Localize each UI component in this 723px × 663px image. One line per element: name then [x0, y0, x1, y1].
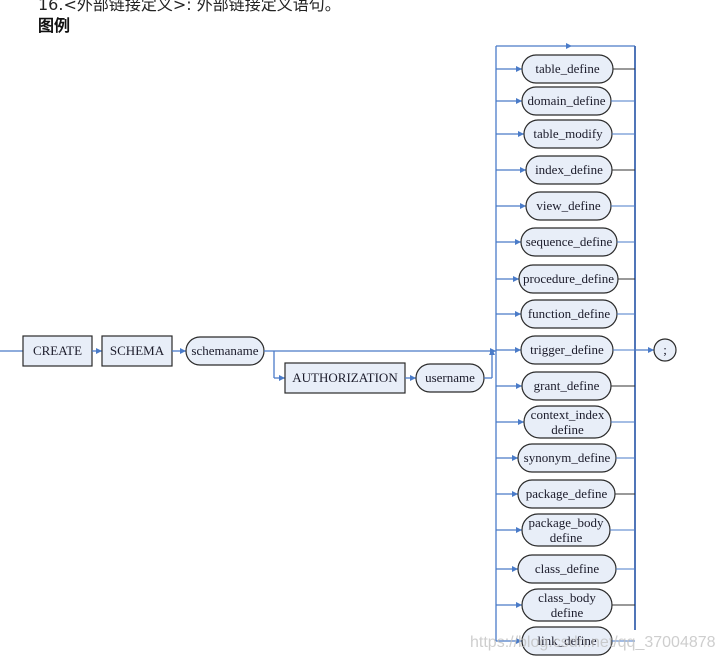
schema-keyword-label: SCHEMA: [110, 343, 165, 358]
arrow-icon: [512, 491, 518, 497]
arrow-icon: [518, 419, 524, 425]
arrow-icon: [180, 348, 186, 354]
arrow-icon: [515, 239, 521, 245]
arrow-icon: [520, 203, 526, 209]
choice-index-define-label: index_define: [535, 162, 603, 177]
arrow-icon: [520, 167, 526, 173]
username-nonterminal-label: username: [425, 370, 475, 385]
choice-table-modify-label: table_modify: [533, 126, 603, 141]
choice-table-define-label: table_define: [535, 61, 599, 76]
choice-package-define-label: package_define: [526, 486, 608, 501]
arrow-icon: [513, 276, 519, 282]
watermark: https://blog.csdn.net/qq_37004878: [470, 634, 716, 651]
create-keyword-label: CREATE: [33, 343, 82, 358]
arrow-icon: [515, 347, 521, 353]
arrow-icon: [410, 375, 416, 381]
arrow-icon: [516, 66, 522, 72]
arrow-icon: [518, 131, 524, 137]
choice-trigger-define-label: trigger_define: [530, 342, 604, 357]
syntax-diagram: CREATE SCHEMA schemaname AUTHORIZATION usern…: [0, 43, 677, 656]
arrow-icon: [279, 375, 285, 381]
choice-synonym-define-label: synonym_define: [524, 450, 611, 465]
arrow-icon: [516, 527, 522, 533]
arrow-icon: [516, 602, 522, 608]
arrow-icon: [566, 43, 572, 49]
arrow-icon: [489, 349, 495, 355]
arrow-icon: [516, 98, 522, 104]
choice-grant-define-label: grant_define: [534, 378, 600, 393]
arrow-icon: [512, 455, 518, 461]
schemaname-nonterminal-label: schemaname: [191, 343, 258, 358]
choice-view-define-label: view_define: [536, 198, 600, 213]
choice-class-define-label: class_define: [535, 561, 599, 576]
choice-procedure-define-label: procedure_define: [523, 271, 614, 286]
terminator-label: ;: [663, 342, 667, 357]
authorization-keyword-label: AUTHORIZATION: [292, 370, 398, 385]
choice-domain-define-label: domain_define: [528, 93, 606, 108]
arrow-icon: [96, 348, 102, 354]
arrow-icon: [515, 311, 521, 317]
choice-function-define-label: function_define: [528, 306, 611, 321]
choice-sequence-define-label: sequence_define: [526, 234, 613, 249]
arrow-icon: [512, 566, 518, 572]
arrow-icon: [648, 347, 654, 353]
arrow-icon: [516, 383, 522, 389]
